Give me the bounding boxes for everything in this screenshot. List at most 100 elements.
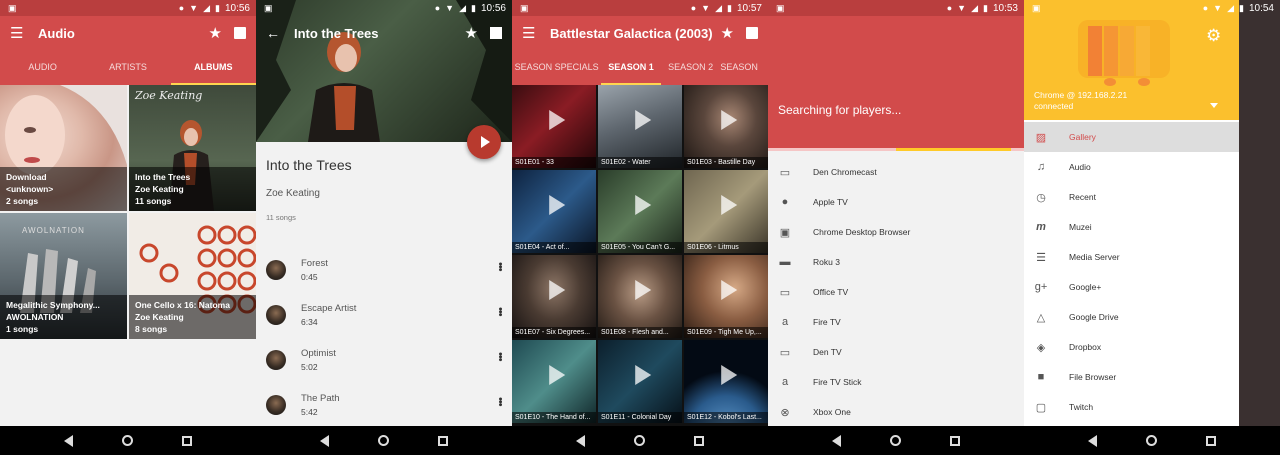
drawer-item-media-server[interactable]: ☰ Media Server xyxy=(1024,242,1239,272)
tab-season-2[interactable]: SEASON 2 xyxy=(661,50,721,85)
back-icon[interactable] xyxy=(320,434,330,447)
hamburger-menu-icon[interactable]: ☰ xyxy=(522,24,542,42)
star-icon[interactable]: ★ xyxy=(721,24,734,42)
album-tile[interactable]: One Cello x 16: Natoma Zoe Keating 8 son… xyxy=(129,213,256,339)
track-row[interactable]: Forest 0:45 ••• xyxy=(256,247,512,292)
track-row[interactable]: Escape Artist 6:34 ••• xyxy=(256,292,512,337)
back-icon[interactable] xyxy=(832,434,842,447)
recents-icon[interactable] xyxy=(181,435,192,446)
more-vert-icon[interactable]: ••• xyxy=(494,397,506,406)
drawer-item-gallery[interactable]: ▨ Gallery xyxy=(1024,122,1239,152)
more-vert-icon[interactable]: ••• xyxy=(494,307,506,316)
star-icon[interactable]: ★ xyxy=(209,24,222,42)
music-note-icon: ♫ xyxy=(1036,161,1046,173)
back-icon[interactable] xyxy=(64,434,74,447)
hamburger-menu-icon[interactable]: ☰ xyxy=(10,24,30,42)
device-item[interactable]: ▭ Den TV xyxy=(768,337,1024,367)
play-icon xyxy=(635,279,652,300)
chevron-down-icon[interactable] xyxy=(1210,103,1218,108)
drawer-item-audio[interactable]: ♫ Audio xyxy=(1024,152,1239,182)
tv-icon: ▭ xyxy=(779,286,791,299)
album-artist: Zoe Keating xyxy=(135,184,184,194)
tab-audio[interactable]: AUDIO xyxy=(0,50,85,85)
drawer-item-recent[interactable]: ◷ Recent xyxy=(1024,182,1239,212)
home-icon[interactable] xyxy=(633,435,645,446)
recents-icon[interactable] xyxy=(437,435,448,446)
back-arrow-icon[interactable]: ← xyxy=(266,25,286,41)
device-item[interactable]: ● Apple TV xyxy=(768,187,1024,217)
album-tile[interactable]: Zoe Keating Into the Trees Zoe Keating 1… xyxy=(129,85,256,211)
episode-tile[interactable]: S01E11 - Colonial Day xyxy=(598,340,682,423)
drawer-item-google-plus[interactable]: g+ Google+ xyxy=(1024,272,1239,302)
back-icon[interactable] xyxy=(576,434,586,447)
star-icon[interactable]: ★ xyxy=(465,24,478,42)
signal-icon: ◢ xyxy=(459,2,467,13)
episode-tile[interactable]: S01E06 - Litmus xyxy=(684,170,768,253)
drawer-item-file-browser[interactable]: ■ File Browser xyxy=(1024,362,1239,392)
location-icon: ● xyxy=(946,3,953,13)
tab-albums[interactable]: ALBUMS xyxy=(170,50,256,85)
album-tile[interactable]: AWOLNATION Megalithic Symphony... AWOLNA… xyxy=(0,213,127,339)
play-button[interactable] xyxy=(467,125,501,159)
recents-icon[interactable] xyxy=(693,435,704,446)
drawer-item-twitch[interactable]: ▢ Twitch xyxy=(1024,392,1239,422)
drawer-item-dropbox[interactable]: ◈ Dropbox xyxy=(1024,332,1239,362)
episode-tile[interactable]: S01E04 - Act of... xyxy=(512,170,596,253)
cast-square-icon[interactable] xyxy=(490,27,502,39)
device-item[interactable]: ▬ Roku 3 xyxy=(768,247,1024,277)
tab-season-3[interactable]: SEASON xyxy=(720,50,768,85)
wifi-icon: ▼ xyxy=(701,3,711,13)
back-icon[interactable] xyxy=(1088,434,1098,447)
device-item[interactable]: ▭ Den Chromecast xyxy=(768,157,1024,187)
episode-title: S01E02 - Water xyxy=(598,157,682,168)
track-thumbnail xyxy=(266,259,286,280)
episode-tile[interactable]: S01E05 - You Can't G... xyxy=(598,170,682,253)
content-scrim[interactable] xyxy=(1239,0,1280,455)
screen-audio-albums: ▣ ● ▼ ◢ ▮ 10:56 ☰ Audio ★ AUDIO ARTISTS … xyxy=(0,0,256,455)
home-icon[interactable] xyxy=(377,435,389,446)
track-row[interactable]: The Path 5:42 ••• xyxy=(256,382,512,427)
episode-tile[interactable]: S01E03 - Bastille Day xyxy=(684,85,768,168)
track-row[interactable]: Optimist 5:02 ••• xyxy=(256,337,512,382)
episode-tile[interactable]: S01E02 - Water xyxy=(598,85,682,168)
home-icon[interactable] xyxy=(889,435,901,446)
twitch-icon: ▢ xyxy=(1035,401,1047,414)
status-bar: ▣ ● ▼ ◢ ▮ 10:57 xyxy=(512,0,768,16)
more-vert-icon[interactable]: ••• xyxy=(494,352,506,361)
device-item[interactable]: ⊗ Xbox One xyxy=(768,397,1024,427)
home-icon[interactable] xyxy=(1145,435,1157,446)
screen-album-detail: ▣ ● ▼ ◢ ▮ 10:56 ← Into the Trees ★ Into … xyxy=(256,0,512,455)
tab-artists[interactable]: ARTISTS xyxy=(85,50,170,85)
album-tile[interactable]: Download <unknown> 2 songs xyxy=(0,85,127,211)
cast-square-icon[interactable] xyxy=(234,27,246,39)
track-name: Optimist xyxy=(301,347,336,359)
google-plus-icon: g+ xyxy=(1034,281,1048,293)
episode-tile[interactable]: S01E12 - Kobol's Last... xyxy=(684,340,768,423)
more-vert-icon[interactable]: ••• xyxy=(494,262,506,271)
album-artist: <unknown> xyxy=(6,184,54,194)
device-item[interactable]: ▣ Chrome Desktop Browser xyxy=(768,217,1024,247)
episode-tile[interactable]: S01E01 - 33 xyxy=(512,85,596,168)
gear-icon[interactable]: ⚙ xyxy=(1206,26,1221,46)
album-artist: AWOLNATION xyxy=(6,312,64,322)
episode-tile[interactable]: S01E08 - Flesh and... xyxy=(598,255,682,338)
tab-season-specials[interactable]: SEASON SPECIALS xyxy=(512,50,601,85)
cast-square-icon[interactable] xyxy=(746,27,758,39)
drawer-item-muzei[interactable]: m Muzei xyxy=(1024,212,1239,242)
recents-icon[interactable] xyxy=(1205,435,1216,446)
device-item[interactable]: ▭ Office TV xyxy=(768,277,1024,307)
episode-tile[interactable]: S01E10 - The Hand of... xyxy=(512,340,596,423)
clock: 10:56 xyxy=(480,2,506,14)
home-icon[interactable] xyxy=(121,435,133,446)
tab-season-1[interactable]: SEASON 1 xyxy=(601,50,661,85)
play-icon xyxy=(481,136,490,148)
play-icon xyxy=(635,364,652,385)
recents-icon[interactable] xyxy=(949,435,960,446)
track-duration: 5:02 xyxy=(301,361,318,372)
episode-tile[interactable]: S01E09 - Tigh Me Up,... xyxy=(684,255,768,338)
episode-tile[interactable]: S01E07 - Six Degrees... xyxy=(512,255,596,338)
connected-host: Chrome @ 192.168.2.21 xyxy=(1034,90,1128,100)
device-item[interactable]: a Fire TV Stick xyxy=(768,367,1024,397)
device-item[interactable]: a Fire TV xyxy=(768,307,1024,337)
drawer-item-google-drive[interactable]: △ Google Drive xyxy=(1024,302,1239,332)
